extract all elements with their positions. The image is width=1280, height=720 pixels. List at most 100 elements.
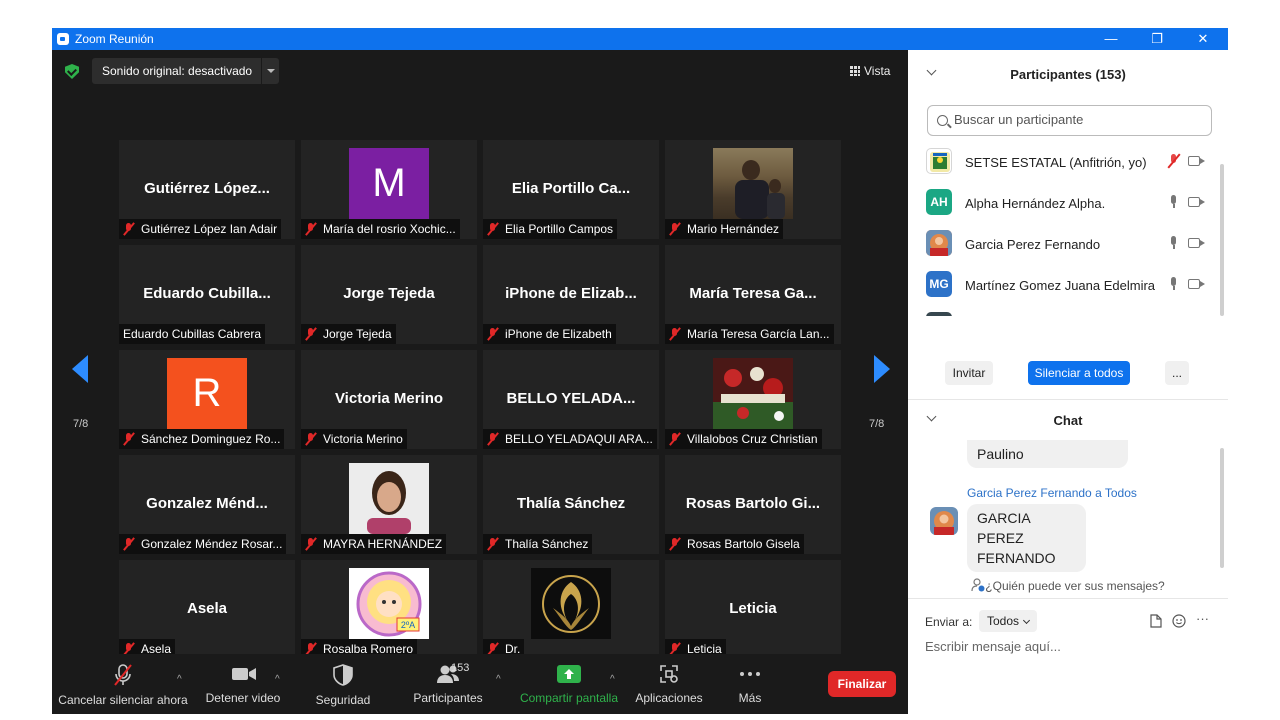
mic-icon[interactable] (1167, 277, 1181, 291)
tile-display-name: Gonzalez Ménd... (146, 495, 268, 512)
gallery-grid: Gutiérrez López... Gutiérrez López Ian A… (119, 140, 841, 660)
tile-display-name: Thalía Sánchez (516, 495, 626, 512)
video-camera-icon[interactable] (1188, 238, 1205, 248)
mic-muted-icon[interactable] (1167, 154, 1181, 168)
tile-display-name: Rosas Bartolo Gi... (685, 495, 821, 512)
chevron-up-icon[interactable]: ^ (610, 674, 615, 685)
setse-logo-icon (926, 148, 952, 174)
video-camera-icon[interactable] (1188, 279, 1205, 289)
share-screen-icon (557, 664, 581, 684)
tile-name-label: Rosas Bartolo Gisela (665, 534, 804, 554)
participant-tile[interactable]: Jorge Tejeda Jorge Tejeda (301, 245, 477, 344)
mic-muted-icon (669, 328, 681, 340)
unmute-button[interactable]: Cancelar silenciar ahora (58, 664, 188, 707)
unmute-label: Cancelar silenciar ahora (58, 693, 188, 707)
mic-icon[interactable] (1167, 195, 1181, 209)
mic-muted-icon (487, 433, 499, 445)
participant-tile[interactable]: MAYRA HERNÁNDEZ (301, 455, 477, 554)
participant-tile[interactable]: Rosas Bartolo Gi... Rosas Bartolo Gisela (665, 455, 841, 554)
security-button[interactable]: Seguridad (306, 664, 380, 707)
chat-more-button[interactable]: ··· (1196, 611, 1209, 626)
next-page-arrow-icon[interactable] (874, 355, 890, 383)
participant-name: SETSE ESTATAL (Anfitrión, yo) (965, 155, 1147, 170)
participant-tile[interactable]: Gonzalez Ménd... Gonzalez Méndez Rosar..… (119, 455, 295, 554)
participant-tile[interactable]: Victoria Merino Victoria Merino (301, 350, 477, 449)
participant-tile[interactable]: R Sánchez Dominguez Ro... (119, 350, 295, 449)
chat-message-line: GARCIA PEREZ (977, 510, 1030, 546)
participant-tile[interactable]: Gutiérrez López... Gutiérrez López Ian A… (119, 140, 295, 239)
participants-more-button[interactable]: ... (1165, 361, 1189, 385)
participant-tile[interactable]: iPhone de Elizab... iPhone de Elizabeth (483, 245, 659, 344)
participant-list: SETSE ESTATAL (Anfitrión, yo) AH Alpha H… (908, 142, 1218, 316)
avatar: MG (926, 271, 952, 297)
send-to-dropdown[interactable]: Todos (979, 610, 1038, 632)
mute-all-button[interactable]: Silenciar a todos (1028, 361, 1130, 385)
previous-page-arrow-icon[interactable] (72, 355, 88, 383)
participant-tile[interactable]: Elia Portillo Ca... Elia Portillo Campos (483, 140, 659, 239)
participant-tile[interactable]: Eduardo Cubilla... Eduardo Cubillas Cabr… (119, 245, 295, 344)
christmas-decoration-photo (713, 358, 793, 429)
participant-tile[interactable]: María Teresa Ga... María Teresa García L… (665, 245, 841, 344)
chevron-up-icon[interactable]: ^ (275, 674, 280, 685)
participant-tile[interactable]: BELLO YELADA... BELLO YELADAQUI ARA... (483, 350, 659, 449)
video-stage: Sonido original: desactivado Vista 7/8 7… (52, 50, 908, 714)
security-label: Seguridad (315, 693, 371, 707)
participant-row[interactable] (908, 306, 1218, 316)
participant-tile[interactable]: Dr. (483, 560, 659, 659)
original-sound-button[interactable]: Sonido original: desactivado (92, 58, 279, 84)
mic-icon[interactable] (1167, 236, 1181, 250)
file-icon[interactable] (1150, 614, 1162, 633)
restore-button[interactable]: ❐ (1134, 28, 1180, 50)
stop-video-button[interactable]: Detener video (200, 664, 286, 705)
participant-tile[interactable]: Asela Asela (119, 560, 295, 659)
tile-name-label: María del rosrio Xochic... (301, 219, 460, 239)
chevron-up-icon[interactable]: ^ (177, 674, 182, 685)
participant-tile[interactable]: Leticia Leticia (665, 560, 841, 659)
participant-row[interactable]: SETSE ESTATAL (Anfitrión, yo) (908, 142, 1218, 183)
participants-button[interactable]: 153 Participantes (406, 662, 490, 705)
participant-row[interactable]: Garcia Perez Fernando (908, 224, 1218, 265)
participant-search[interactable] (927, 105, 1212, 136)
chevron-up-icon[interactable]: ^ (496, 674, 501, 685)
send-to-label: Enviar a: (925, 615, 973, 629)
video-camera-icon[interactable] (1188, 156, 1205, 166)
tile-display-name: Elia Portillo Ca... (511, 180, 631, 197)
participants-count: 153 (451, 662, 470, 674)
participant-row[interactable]: MG Martínez Gomez Juana Edelmira (908, 265, 1218, 306)
participant-tile[interactable]: M María del rosrio Xochic... (301, 140, 477, 239)
encryption-shield-icon[interactable] (65, 64, 79, 79)
chevron-down-icon[interactable] (261, 58, 279, 84)
page-indicator-right: 7/8 (869, 418, 885, 430)
participant-row[interactable]: AH Alpha Hernández Alpha. (908, 183, 1218, 224)
video-camera-icon[interactable] (1188, 197, 1205, 207)
chat-scrollbar[interactable] (1220, 448, 1224, 568)
participant-tile[interactable]: Villalobos Cruz Christian (665, 350, 841, 449)
apps-button[interactable]: Aplicaciones (632, 664, 706, 705)
tile-display-name: Jorge Tejeda (343, 285, 435, 302)
invite-button[interactable]: Invitar (945, 361, 993, 385)
avatar (926, 230, 952, 256)
search-input[interactable] (954, 112, 1194, 127)
participant-tile[interactable]: Thalía Sánchez Thalía Sánchez (483, 455, 659, 554)
meeting-toolbar: Cancelar silenciar ahora ^ Detener video… (52, 654, 908, 714)
chat-sender-line[interactable]: Garcia Perez Fernando a Todos (967, 486, 1137, 500)
view-button[interactable]: Vista (850, 64, 890, 78)
more-button[interactable]: Más (728, 664, 772, 705)
tile-display-name: iPhone de Elizab... (505, 285, 637, 302)
tile-display-name: María Teresa Ga... (689, 285, 817, 302)
chat-header: Chat (908, 400, 1228, 440)
share-screen-button[interactable]: Compartir pantalla (518, 664, 620, 705)
emoji-icon[interactable] (1172, 614, 1186, 633)
tile-name-label: Elia Portillo Campos (483, 219, 618, 239)
minimize-button[interactable]: — (1088, 28, 1134, 50)
participant-tile[interactable]: 2ºA Rosalba Romero (301, 560, 477, 659)
view-label: Vista (864, 64, 891, 78)
participant-tile[interactable]: Mario Hernández (665, 140, 841, 239)
close-button[interactable]: ✕ (1180, 28, 1226, 50)
participants-scrollbar[interactable] (1220, 164, 1224, 316)
who-can-see-link[interactable]: ¿Quién puede ver sus mensajes? (908, 578, 1228, 593)
end-meeting-button[interactable]: Finalizar (828, 671, 896, 697)
chat-message-input[interactable] (925, 639, 1215, 654)
mic-muted-icon (487, 223, 499, 235)
mic-muted-icon (669, 538, 681, 550)
